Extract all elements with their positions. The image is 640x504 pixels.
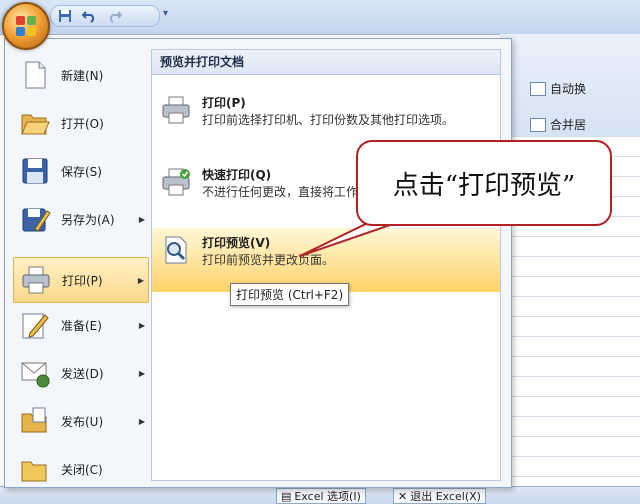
menu-item-prepare[interactable]: 准备(E) ▶ — [13, 303, 149, 347]
save-as-icon — [19, 203, 51, 235]
submenu-description: 打印前预览并更改页面。 — [202, 253, 335, 267]
wrap-text-button[interactable]: 自动换 — [530, 80, 586, 97]
ribbon-partial: 自动换 合并居 — [500, 34, 640, 137]
customize-toolbar-dropdown[interactable]: ▾ — [163, 8, 168, 19]
menu-item-save[interactable]: 保存(S) — [13, 149, 149, 193]
submenu-description: 打印前选择打印机、打印份数及其他打印选项。 — [202, 113, 455, 127]
print-submenu-panel: 预览并打印文档 打印(P) 打印前选择打印机、打印份数及其他打印选项。 快速打印… — [151, 49, 501, 481]
office-application-menu: 新建(N) 打开(O) 保存(S) 另存为(A) ▶ 打印(P) ▶ 准备(E)… — [4, 38, 512, 488]
save-icon[interactable] — [57, 8, 73, 24]
submenu-arrow-icon: ▶ — [138, 416, 145, 426]
submenu-arrow-icon: ▶ — [138, 214, 145, 224]
printer-icon — [160, 94, 192, 126]
quick-print-icon — [160, 166, 192, 198]
submenu-title: 打印(P) — [202, 96, 246, 110]
menu-command-list: 新建(N) 打开(O) 保存(S) 另存为(A) ▶ 打印(P) ▶ 准备(E)… — [13, 49, 149, 485]
merge-cells-icon — [530, 117, 546, 132]
options-icon: ▤ — [281, 489, 292, 503]
menu-item-publish[interactable]: 发布(U) ▶ — [13, 399, 149, 443]
menu-item-print[interactable]: 打印(P) ▶ — [13, 257, 149, 303]
excel-options-button[interactable]: ▤ Excel 选项(I) — [276, 488, 366, 504]
open-folder-icon — [19, 107, 51, 139]
exit-excel-button[interactable]: ✕ 退出 Excel(X) — [393, 488, 486, 504]
exit-icon: ✕ — [398, 489, 408, 503]
panel-heading: 预览并打印文档 — [152, 50, 500, 75]
title-bar: ▾ — [0, 0, 640, 35]
callout-text: 点击“打印预览” — [392, 170, 576, 201]
menu-item-new[interactable]: 新建(N) — [13, 53, 149, 97]
undo-icon[interactable] — [81, 8, 97, 24]
merge-cells-button[interactable]: 合并居 — [530, 116, 586, 133]
new-document-icon — [19, 59, 51, 91]
publish-icon — [19, 405, 51, 437]
tooltip-print-preview: 打印预览 (Ctrl+F2) — [230, 283, 350, 306]
wrap-text-icon — [530, 81, 546, 96]
submenu-arrow-icon: ▶ — [138, 320, 145, 330]
quick-access-toolbar — [50, 5, 160, 27]
menu-item-send[interactable]: 发送(D) ▶ — [13, 351, 149, 395]
office-logo-icon — [16, 16, 36, 36]
submenu-title: 快速打印(Q) — [202, 168, 272, 182]
printer-icon — [20, 264, 52, 296]
submenu-title: 打印预览(V) — [202, 236, 271, 250]
menu-item-close[interactable]: 关闭(C) — [13, 447, 149, 491]
menu-item-save-as[interactable]: 另存为(A) ▶ — [13, 197, 149, 241]
print-preview-icon — [160, 234, 192, 266]
send-icon — [19, 357, 51, 389]
submenu-arrow-icon: ▶ — [137, 275, 144, 285]
menu-item-open[interactable]: 打开(O) — [13, 101, 149, 145]
save-disk-icon — [19, 155, 51, 187]
office-button[interactable] — [2, 2, 50, 50]
redo-icon[interactable] — [107, 8, 123, 24]
annotation-callout: 点击“打印预览” — [356, 140, 612, 226]
close-folder-icon — [19, 453, 51, 485]
submenu-arrow-icon: ▶ — [138, 368, 145, 378]
prepare-pen-icon — [19, 309, 51, 341]
